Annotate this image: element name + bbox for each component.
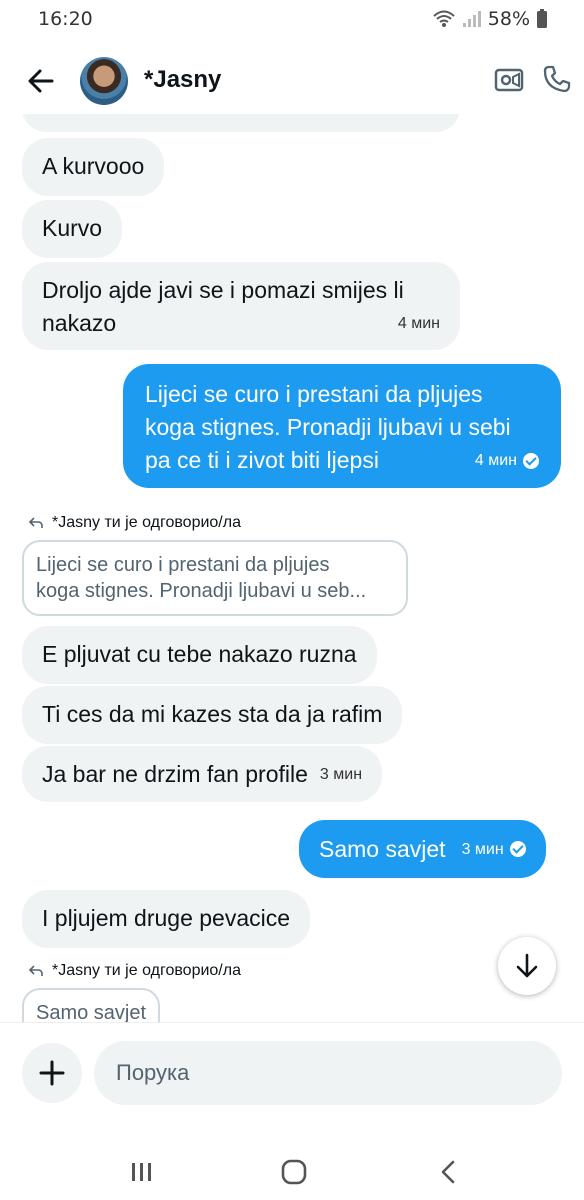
message-bubble-outgoing[interactable]: Samo savjet 3 мин (299, 820, 546, 878)
message-text: Kurvo (42, 215, 103, 241)
recents-icon (132, 1163, 151, 1181)
message-time: 3 мин (461, 840, 504, 858)
message-bubble[interactable]: I pljujem druge pevacice (22, 890, 311, 948)
phone-icon[interactable] (542, 64, 572, 94)
message-text: Samo savjet (319, 835, 446, 862)
video-camera-icon[interactable] (494, 67, 524, 93)
message-text: pa ce ti i zivot biti ljepsi (145, 447, 379, 473)
scroll-to-bottom-button[interactable] (498, 937, 556, 995)
reply-arrow-icon (28, 517, 43, 528)
message-bubble-partial (22, 114, 460, 132)
message-text: Droljo ajde javi se i pomazi smijes li (42, 277, 404, 303)
message-text: nakazo (42, 310, 117, 336)
recents-button[interactable] (122, 1152, 162, 1192)
battery-icon (537, 9, 547, 28)
message-text: E pljuvat cu tebe nakazo ruzna (42, 641, 357, 667)
message-bubble[interactable]: Kurvo (22, 200, 123, 258)
plus-icon (39, 1060, 65, 1086)
chat-header: *Jasny (0, 48, 584, 114)
status-bar: 16:20 58% (0, 0, 584, 40)
reply-label: *Jasny ти је одговорио/ла (28, 514, 241, 532)
battery-percent: 58% (487, 8, 530, 30)
add-attachment-button[interactable] (22, 1043, 82, 1103)
message-text: A kurvooo (42, 153, 145, 179)
message-text: Lijeci se curo i prestani da pljujes (145, 381, 483, 407)
message-bubble[interactable]: Droljo ajde javi se i pomazi smijes li n… (22, 262, 460, 350)
message-bubble[interactable]: Ja bar ne drzim fan profile 3 мин (22, 746, 383, 802)
chevron-left-icon (441, 1160, 455, 1184)
message-bubble[interactable]: Ti ces da mi kazes sta da ja rafim (22, 686, 403, 744)
contact-name[interactable]: *Jasny (144, 66, 221, 94)
arrow-left-icon[interactable] (24, 64, 58, 98)
message-text: koga stignes. Pronadji ljubavi u sebi (145, 414, 511, 440)
message-time: 4 мин (397, 315, 440, 332)
reply-label: *Jasny ти је одговорио/ла (28, 962, 241, 980)
sent-check-icon (509, 841, 526, 857)
quoted-message[interactable]: Samo savjet (22, 988, 161, 1022)
reply-arrow-icon (28, 965, 43, 976)
message-bubble[interactable]: E pljuvat cu tebe nakazo ruzna (22, 626, 377, 684)
home-button[interactable] (274, 1152, 314, 1192)
message-time: 3 мин (319, 765, 363, 783)
message-text: Ti ces da mi kazes sta da ja rafim (42, 701, 383, 727)
message-list[interactable]: A kurvooo Kurvo Droljo ajde javi se i po… (0, 114, 584, 1022)
back-button[interactable] (428, 1152, 468, 1192)
message-time: 4 мин (474, 452, 517, 469)
message-composer (0, 1022, 584, 1122)
message-bubble-outgoing[interactable]: Lijeci se curo i prestani da pljujes kog… (123, 364, 561, 488)
arrow-down-icon (516, 953, 538, 978)
message-text: I pljujem druge pevacice (42, 905, 291, 931)
quoted-message[interactable]: Lijeci se curo i prestani da pljujes kog… (22, 540, 408, 616)
avatar[interactable] (80, 57, 128, 105)
status-time: 16:20 (38, 8, 93, 30)
signal-icon (462, 11, 481, 27)
system-nav-bar (0, 1140, 584, 1200)
sent-check-icon (523, 452, 539, 469)
message-input[interactable] (94, 1041, 562, 1105)
home-icon (281, 1159, 307, 1185)
wifi-icon (433, 10, 455, 27)
message-bubble[interactable]: A kurvooo (22, 138, 165, 196)
message-text: Ja bar ne drzim fan profile (42, 760, 308, 787)
